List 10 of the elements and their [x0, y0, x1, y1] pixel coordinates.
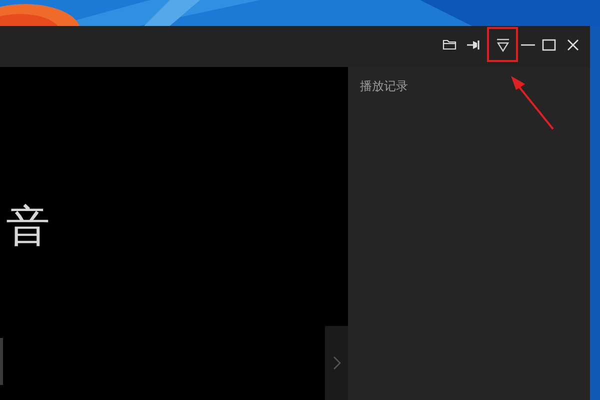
minimize-icon: [520, 44, 536, 46]
triangle-down-icon: [494, 36, 510, 52]
annotation-arrow: [508, 74, 556, 132]
panel-title: 播放记录: [360, 78, 409, 95]
filter-button[interactable]: [487, 27, 518, 62]
close-icon: [565, 36, 581, 52]
chevron-right-icon: [332, 356, 340, 370]
maximize-icon: [541, 36, 557, 52]
logo-text: 音: [6, 205, 50, 249]
panel-handle[interactable]: [0, 338, 3, 385]
